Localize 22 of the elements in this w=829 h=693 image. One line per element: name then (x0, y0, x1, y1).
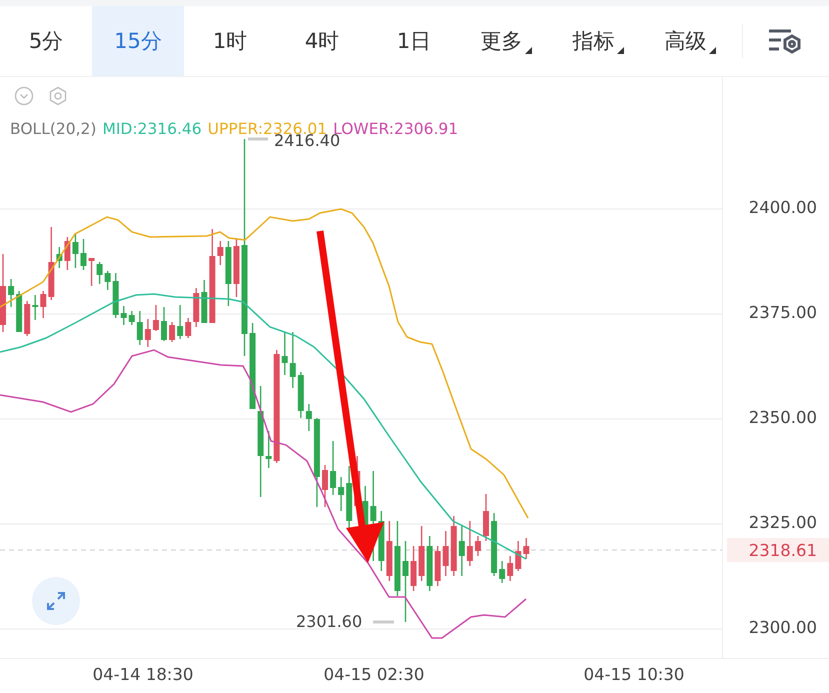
marker-tick (248, 138, 268, 140)
mid-value: MID:2316.46 (102, 120, 202, 138)
price-label: 2375.00 (748, 303, 817, 322)
caret-icon (708, 47, 716, 54)
expand-icon (44, 589, 68, 613)
marker-tick (373, 620, 394, 624)
caret-icon (524, 47, 532, 54)
current-price-label: 2318.61 (727, 538, 829, 562)
price-label: 2300.00 (748, 618, 817, 637)
caret-icon (616, 47, 624, 54)
time-label: 04-15 10:30 (584, 665, 684, 684)
price-label: 2325.00 (748, 513, 817, 532)
indicator-name: BOLL(20,2) (10, 120, 96, 138)
settings-icon[interactable] (767, 27, 803, 55)
time-label: 04-15 02:30 (324, 665, 424, 684)
low-price-label: 2301.60 (296, 612, 362, 631)
price-label: 2400.00 (748, 198, 817, 217)
time-label: 04-14 18:30 (92, 665, 194, 684)
collapse-icon[interactable] (14, 86, 34, 106)
expand-button[interactable] (32, 577, 80, 625)
price-label: 2350.00 (748, 408, 817, 427)
timeframe-tab[interactable]: 15分 (92, 6, 184, 76)
